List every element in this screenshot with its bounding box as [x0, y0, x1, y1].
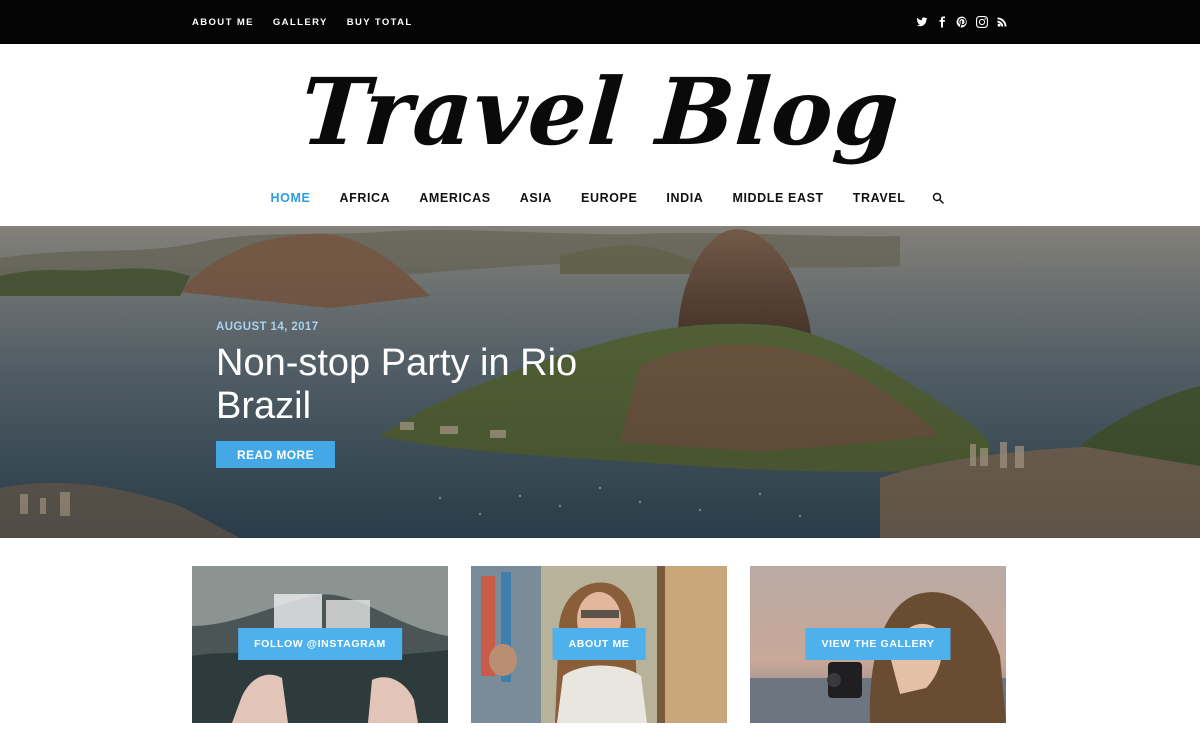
- about-me-button[interactable]: ABOUT ME: [552, 628, 646, 660]
- nav-item-asia[interactable]: ASIA: [520, 191, 552, 205]
- nav-item-americas[interactable]: AMERICAS: [419, 191, 490, 205]
- twitter-icon[interactable]: [916, 16, 928, 28]
- nav-item-middle-east[interactable]: MIDDLE EAST: [732, 191, 823, 205]
- post-title[interactable]: Non-stop Party in Rio Brazil: [216, 342, 636, 428]
- view-gallery-button[interactable]: VIEW THE GALLERY: [805, 628, 951, 660]
- instagram-icon[interactable]: [976, 16, 988, 28]
- logo-text: Travel Blog: [297, 58, 903, 166]
- pinterest-icon[interactable]: [956, 16, 968, 28]
- top-bar: ABOUT ME GALLERY BUY TOTAL: [0, 0, 1200, 44]
- nav-item-africa[interactable]: AFRICA: [339, 191, 390, 205]
- nav-item-home[interactable]: HOME: [271, 191, 311, 205]
- rss-icon[interactable]: [996, 16, 1008, 28]
- nav-item-europe[interactable]: EUROPE: [581, 191, 637, 205]
- top-link-about-me[interactable]: ABOUT ME: [192, 17, 254, 28]
- promo-card-gallery[interactable]: VIEW THE GALLERY: [750, 566, 1006, 723]
- facebook-icon[interactable]: [936, 16, 948, 28]
- nav-item-india[interactable]: INDIA: [666, 191, 703, 205]
- search-icon[interactable]: [932, 192, 944, 204]
- post-date: AUGUST 14, 2017: [216, 321, 319, 333]
- promo-card-instagram[interactable]: FOLLOW @INSTAGRAM: [192, 566, 448, 723]
- nav-item-travel[interactable]: TRAVEL: [853, 191, 906, 205]
- read-more-button[interactable]: READ MORE: [216, 441, 335, 468]
- social-links: [916, 0, 1008, 44]
- top-links: ABOUT ME GALLERY BUY TOTAL: [192, 0, 413, 44]
- promo-card-about[interactable]: ABOUT ME: [471, 566, 727, 723]
- top-link-gallery[interactable]: GALLERY: [273, 17, 328, 28]
- main-nav: HOME AFRICA AMERICAS ASIA EUROPE INDIA M…: [0, 180, 1200, 216]
- top-link-buy-total[interactable]: BUY TOTAL: [347, 17, 413, 28]
- site-logo[interactable]: Travel Blog: [0, 50, 1200, 175]
- follow-instagram-button[interactable]: FOLLOW @INSTAGRAM: [238, 628, 402, 660]
